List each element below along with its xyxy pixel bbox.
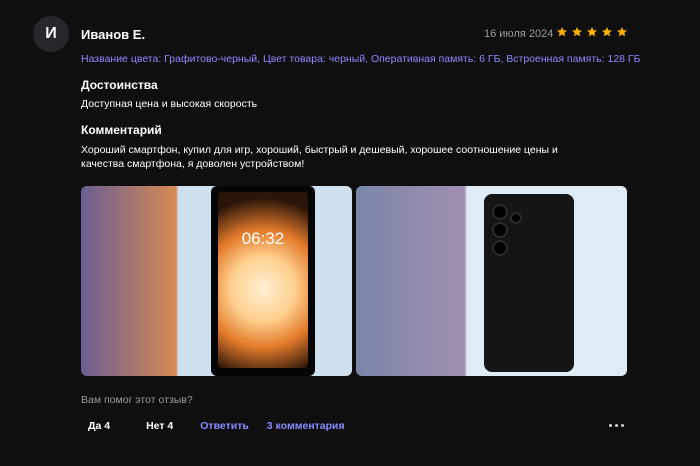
product-attributes: Название цвета: Графитово-черный, Цвет т… [81, 53, 641, 65]
review-date: 16 июля 2024 [484, 28, 554, 40]
vote-yes-button[interactable]: Да 4 [79, 417, 119, 435]
star-icon [617, 27, 627, 37]
star-icon [587, 27, 597, 37]
comment-title: Комментарий [81, 123, 162, 137]
camera-lens [492, 222, 508, 238]
star-icon [602, 27, 612, 37]
star-icon [557, 27, 567, 37]
comments-link[interactable]: 3 комментария [267, 420, 345, 432]
dot [621, 424, 624, 427]
phone-back-image [484, 194, 574, 372]
review-photo[interactable] [356, 186, 627, 376]
star-icon [572, 27, 582, 37]
vote-no-button[interactable]: Нет 4 [137, 417, 182, 435]
pros-text: Доступная цена и высокая скорость [81, 98, 258, 110]
review-photo[interactable]: 06:32 [81, 186, 352, 376]
phone-screen: 06:32 [218, 192, 308, 368]
comment-text: Хороший смартфон, купил для игр, хороший… [81, 144, 558, 170]
camera-flash [510, 212, 522, 224]
more-icon[interactable] [609, 424, 624, 427]
rating-stars [556, 26, 628, 38]
helpful-question: Вам помог этот отзыв? [81, 394, 193, 406]
dot [609, 424, 612, 427]
photo-gallery: 06:32 [81, 186, 627, 376]
dot [615, 424, 618, 427]
lockscreen-time: 06:32 [241, 229, 285, 248]
review-actions: Да 4 Нет 4 Ответить 3 комментария [79, 417, 345, 435]
author-name: Иванов Е. [81, 27, 146, 42]
camera-lens [492, 240, 508, 256]
reply-link[interactable]: Ответить [200, 420, 249, 432]
avatar: И [33, 16, 69, 52]
pros-title: Достоинства [81, 78, 158, 92]
camera-lens [492, 204, 508, 220]
phone-front-image: 06:32 [211, 186, 315, 376]
